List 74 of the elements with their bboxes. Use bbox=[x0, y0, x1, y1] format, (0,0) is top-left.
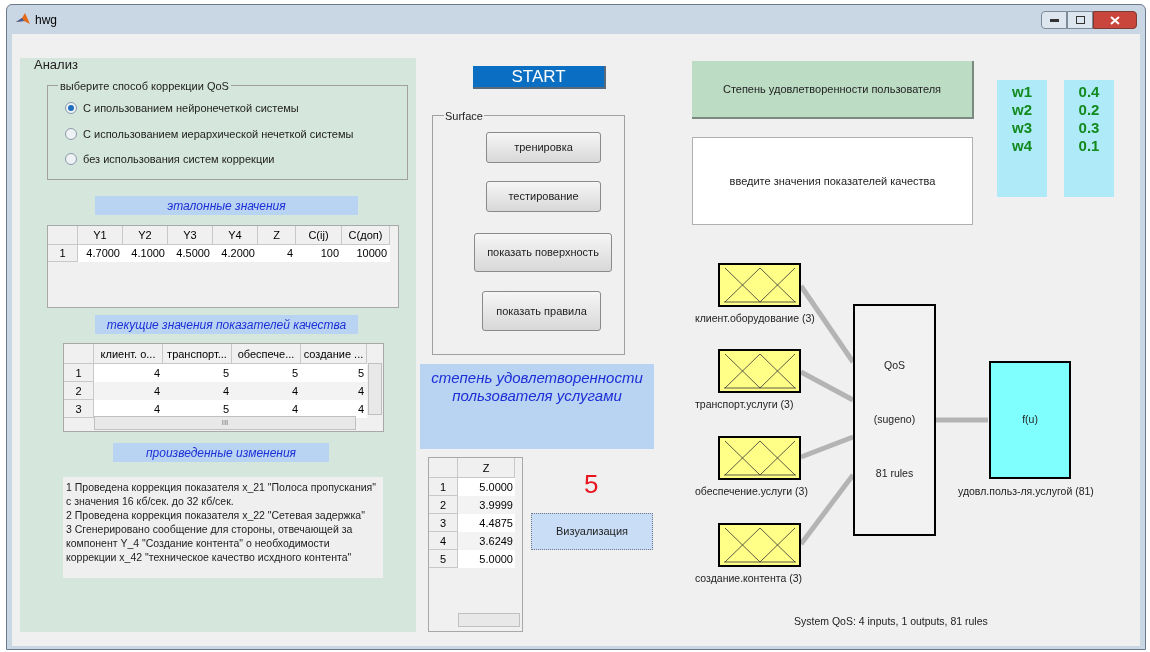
input-label: создание.контента (3) bbox=[695, 571, 803, 586]
table-cell: 5 bbox=[163, 364, 232, 382]
table-corner bbox=[429, 458, 458, 478]
system-summary: System QoS: 4 inputs, 1 outputs, 81 rules bbox=[794, 614, 988, 629]
close-icon bbox=[1110, 15, 1120, 25]
table-corner bbox=[64, 344, 94, 364]
radio-option[interactable]: С использованием иерархической нечеткой системы bbox=[65, 125, 354, 142]
membership-function-icon[interactable] bbox=[718, 349, 801, 393]
output-label: удовл.польз-ля.услугой (81) bbox=[958, 484, 1094, 499]
minimize-button[interactable] bbox=[1041, 11, 1067, 29]
horizontal-scrollbar[interactable] bbox=[458, 613, 520, 627]
surface-button[interactable]: показать правила bbox=[482, 291, 601, 331]
system-text: (sugeno) bbox=[873, 412, 916, 428]
table-cell: 5 bbox=[232, 364, 301, 382]
result-value: 5 bbox=[584, 470, 599, 498]
maximize-button[interactable] bbox=[1067, 11, 1093, 29]
close-button[interactable] bbox=[1093, 11, 1137, 29]
input-prompt: введите значения показателей качества bbox=[692, 137, 973, 225]
table-cell: 4.5000 bbox=[168, 245, 213, 262]
table-corner bbox=[48, 226, 78, 245]
section-label: текущие значения показателей качества bbox=[95, 315, 358, 334]
surface-button[interactable]: тестирование bbox=[486, 181, 601, 212]
weight-value: 0.4 bbox=[1078, 83, 1100, 101]
table-cell: 5.0000 bbox=[458, 550, 515, 568]
table-cell: 10000 bbox=[342, 245, 390, 262]
weight-name: w1 bbox=[1012, 83, 1032, 101]
weight-name: w4 bbox=[1012, 137, 1032, 155]
panel-title: Анализ bbox=[34, 56, 78, 74]
vertical-scrollbar[interactable] bbox=[368, 363, 382, 415]
log-entry: 2 Проведена коррекция показателя x_22 "Сетевая задержка" bbox=[66, 508, 366, 522]
minimize-icon bbox=[1049, 18, 1059, 22]
section-label: произведенные изменения bbox=[113, 443, 329, 462]
table-cell: 4.2000 bbox=[213, 245, 258, 262]
table-cell: 4.1000 bbox=[123, 245, 168, 262]
table-cell: 4.7000 bbox=[78, 245, 123, 262]
table-cell: 5 bbox=[301, 364, 367, 382]
visualize-button[interactable]: Визуализация bbox=[531, 513, 653, 550]
membership-function-icon[interactable] bbox=[718, 436, 801, 480]
surface-button[interactable]: тренировка bbox=[486, 132, 601, 163]
weight-name: w2 bbox=[1012, 101, 1032, 119]
log-entry: 1 Проведена коррекция показателя x_21 "Полоса пропускания" с значения 16 кб/сек. до 32 кб/сек. bbox=[66, 480, 377, 508]
start-button[interactable]: START bbox=[473, 66, 606, 89]
table-cell: 5.0000 bbox=[458, 478, 515, 496]
output-block[interactable]: f(u) bbox=[989, 361, 1071, 479]
weight-value: 0.1 bbox=[1078, 137, 1100, 155]
input-label: клиент.оборудование (3) bbox=[695, 311, 815, 326]
surface-button[interactable]: показать поверхность bbox=[474, 233, 612, 272]
weight-value: 0.3 bbox=[1078, 119, 1100, 137]
input-label: транспорт.услуги (3) bbox=[695, 397, 794, 412]
radio-option[interactable]: без использования систем коррекции bbox=[65, 151, 275, 168]
connector-line bbox=[936, 417, 988, 423]
group-legend: выберите способ коррекции QoS bbox=[58, 78, 231, 95]
satisfaction-button[interactable]: Степень удовлетворенности пользователя bbox=[692, 61, 974, 119]
satisfaction-title: степень удовлетворенности пользователя услугами bbox=[420, 364, 654, 449]
table-cell: 4 bbox=[301, 400, 367, 418]
membership-function-icon[interactable] bbox=[718, 263, 801, 307]
horizontal-scrollbar[interactable]: III bbox=[94, 416, 356, 430]
system-text: QoS bbox=[884, 358, 905, 373]
window-title: hwg bbox=[35, 12, 57, 29]
table-cell: 4.4875 bbox=[458, 514, 515, 532]
table-cell: 4 bbox=[258, 245, 296, 262]
radio-option[interactable]: С ипользованием нейронечеткой системы bbox=[65, 100, 299, 117]
connector-line bbox=[799, 369, 855, 403]
connector-line bbox=[800, 434, 854, 460]
system-text: 81 rules bbox=[875, 466, 914, 482]
maximize-icon bbox=[1075, 16, 1085, 24]
weight-name: w3 bbox=[1012, 119, 1032, 137]
table-cell: 4 bbox=[94, 364, 163, 382]
input-label: обеспечение.услуги (3) bbox=[695, 484, 808, 499]
membership-function-icon[interactable] bbox=[718, 523, 801, 567]
log-entry: 3 Сгенерировано сообщение для стороны, отвечающей за компонент Y_4 "Создание контента" о необходимости коррекции x_42 "техническое качество исхдного контента" bbox=[66, 522, 354, 564]
section-label: эталонные значения bbox=[95, 196, 358, 215]
weight-value: 0.2 bbox=[1078, 101, 1100, 119]
table-cell: 100 bbox=[296, 245, 342, 262]
